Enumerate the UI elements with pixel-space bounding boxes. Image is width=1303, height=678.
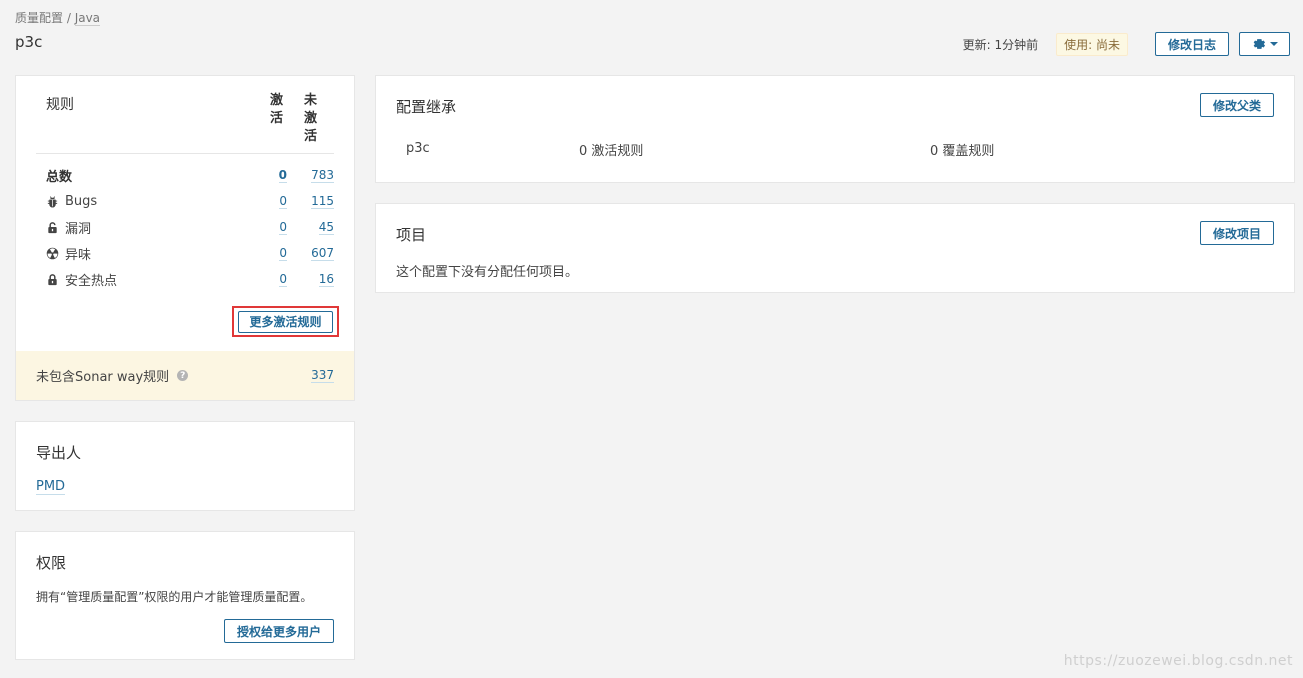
- column-header-active: 激活: [270, 93, 284, 126]
- projects-card: 项目 修改项目 这个配置下没有分配任何项目。: [375, 203, 1295, 293]
- rules-header: 规则 激活 未激活: [36, 92, 334, 154]
- permissions-title: 权限: [36, 554, 67, 572]
- help-icon[interactable]: ?: [177, 370, 189, 381]
- permissions-card: 权限 拥有“管理质量配置”权限的用户才能管理质量配置。 授权给更多用户: [15, 531, 355, 660]
- exporters-card: 导出人 PMD: [15, 421, 355, 511]
- rules-title: 规则: [46, 97, 74, 113]
- rule-label: 漏洞: [65, 221, 92, 237]
- active-count-link[interactable]: 0: [279, 246, 287, 261]
- change-parent-button[interactable]: 修改父类: [1200, 93, 1274, 117]
- breadcrumb-separator: /: [63, 11, 75, 25]
- sonar-way-text: 未包含Sonar way规则: [36, 370, 170, 385]
- lock-icon: [48, 273, 57, 285]
- rules-card: 规则 激活 未激活 总数 0 783 Bugs 0 115 漏洞 0 45 异味…: [15, 75, 355, 401]
- rule-row-bugs: Bugs 0 115: [46, 188, 334, 214]
- inheritance-title: 配置继承: [396, 98, 457, 116]
- breadcrumb-root: 质量配置: [15, 11, 64, 25]
- header-actions: 更新: 1分钟前 使用: 尚未 修改日志: [963, 32, 1290, 56]
- updated-text: 更新: 1分钟前: [962, 37, 1039, 52]
- rule-label: Bugs: [65, 193, 98, 209]
- breadcrumb-language-link[interactable]: Java: [74, 11, 101, 26]
- grant-users-button[interactable]: 授权给更多用户: [224, 619, 334, 643]
- change-projects-button[interactable]: 修改项目: [1200, 221, 1274, 245]
- exporters-title: 导出人: [36, 444, 82, 462]
- active-count-link[interactable]: 0: [279, 194, 287, 209]
- inactive-count-link[interactable]: 115: [311, 194, 334, 209]
- usage-badge: 使用: 尚未: [1056, 32, 1128, 56]
- bug-icon: [47, 195, 58, 208]
- watermark: https://zuozewei.blog.csdn.net: [1063, 653, 1293, 669]
- activate-more-rules-button[interactable]: 更多激活规则: [238, 310, 333, 333]
- inheritance-overriding-rules: 0 覆盖规则: [930, 144, 995, 159]
- rule-label: 安全热点: [65, 273, 118, 289]
- column-header-inactive: 未激活: [304, 93, 318, 144]
- more-rules-highlight: 更多激活规则: [232, 306, 339, 337]
- settings-dropdown-button[interactable]: [1239, 32, 1290, 56]
- sonar-way-count-link[interactable]: 337: [311, 368, 334, 383]
- lock-icon: [48, 221, 57, 233]
- rule-label: 总数: [46, 169, 73, 185]
- inheritance-profile-name: p3c: [406, 141, 430, 156]
- rule-row-security-hotspots: 安全热点 0 16: [46, 266, 334, 292]
- inactive-count-link[interactable]: 16: [318, 272, 334, 287]
- rule-label: 异味: [65, 247, 92, 263]
- inheritance-card: 配置继承 修改父类 p3c 0 激活规则 0 覆盖规则: [375, 75, 1295, 183]
- changelog-button[interactable]: 修改日志: [1155, 32, 1229, 56]
- breadcrumb: 质量配置 / Java: [15, 9, 101, 26]
- inactive-count-link[interactable]: 607: [311, 246, 334, 261]
- chevron-down-icon: [1269, 42, 1278, 46]
- permissions-description: 拥有“管理质量配置”权限的用户才能管理质量配置。: [36, 590, 313, 604]
- page-title: p3c: [15, 33, 43, 51]
- rule-row-total: 总数 0 783: [46, 162, 334, 188]
- active-count-link[interactable]: 0: [279, 272, 287, 287]
- sonar-way-missing-band: 未包含Sonar way规则 ? 337: [16, 351, 354, 400]
- projects-empty-text: 这个配置下没有分配任何项目。: [396, 265, 579, 280]
- rule-row-vulnerabilities: 漏洞 0 45: [46, 214, 334, 240]
- gear-icon: [1253, 39, 1265, 49]
- projects-title: 项目: [396, 226, 427, 244]
- inactive-count-link[interactable]: 783: [311, 168, 334, 183]
- radiation-icon: [46, 247, 59, 259]
- active-count-link[interactable]: 0: [278, 168, 287, 183]
- active-count-link[interactable]: 0: [279, 220, 287, 235]
- inheritance-active-rules: 0 激活规则: [579, 144, 644, 159]
- exporter-link-pmd[interactable]: PMD: [36, 479, 66, 495]
- inactive-count-link[interactable]: 45: [318, 220, 334, 235]
- rule-row-code-smells: 异味 0 607: [46, 240, 334, 266]
